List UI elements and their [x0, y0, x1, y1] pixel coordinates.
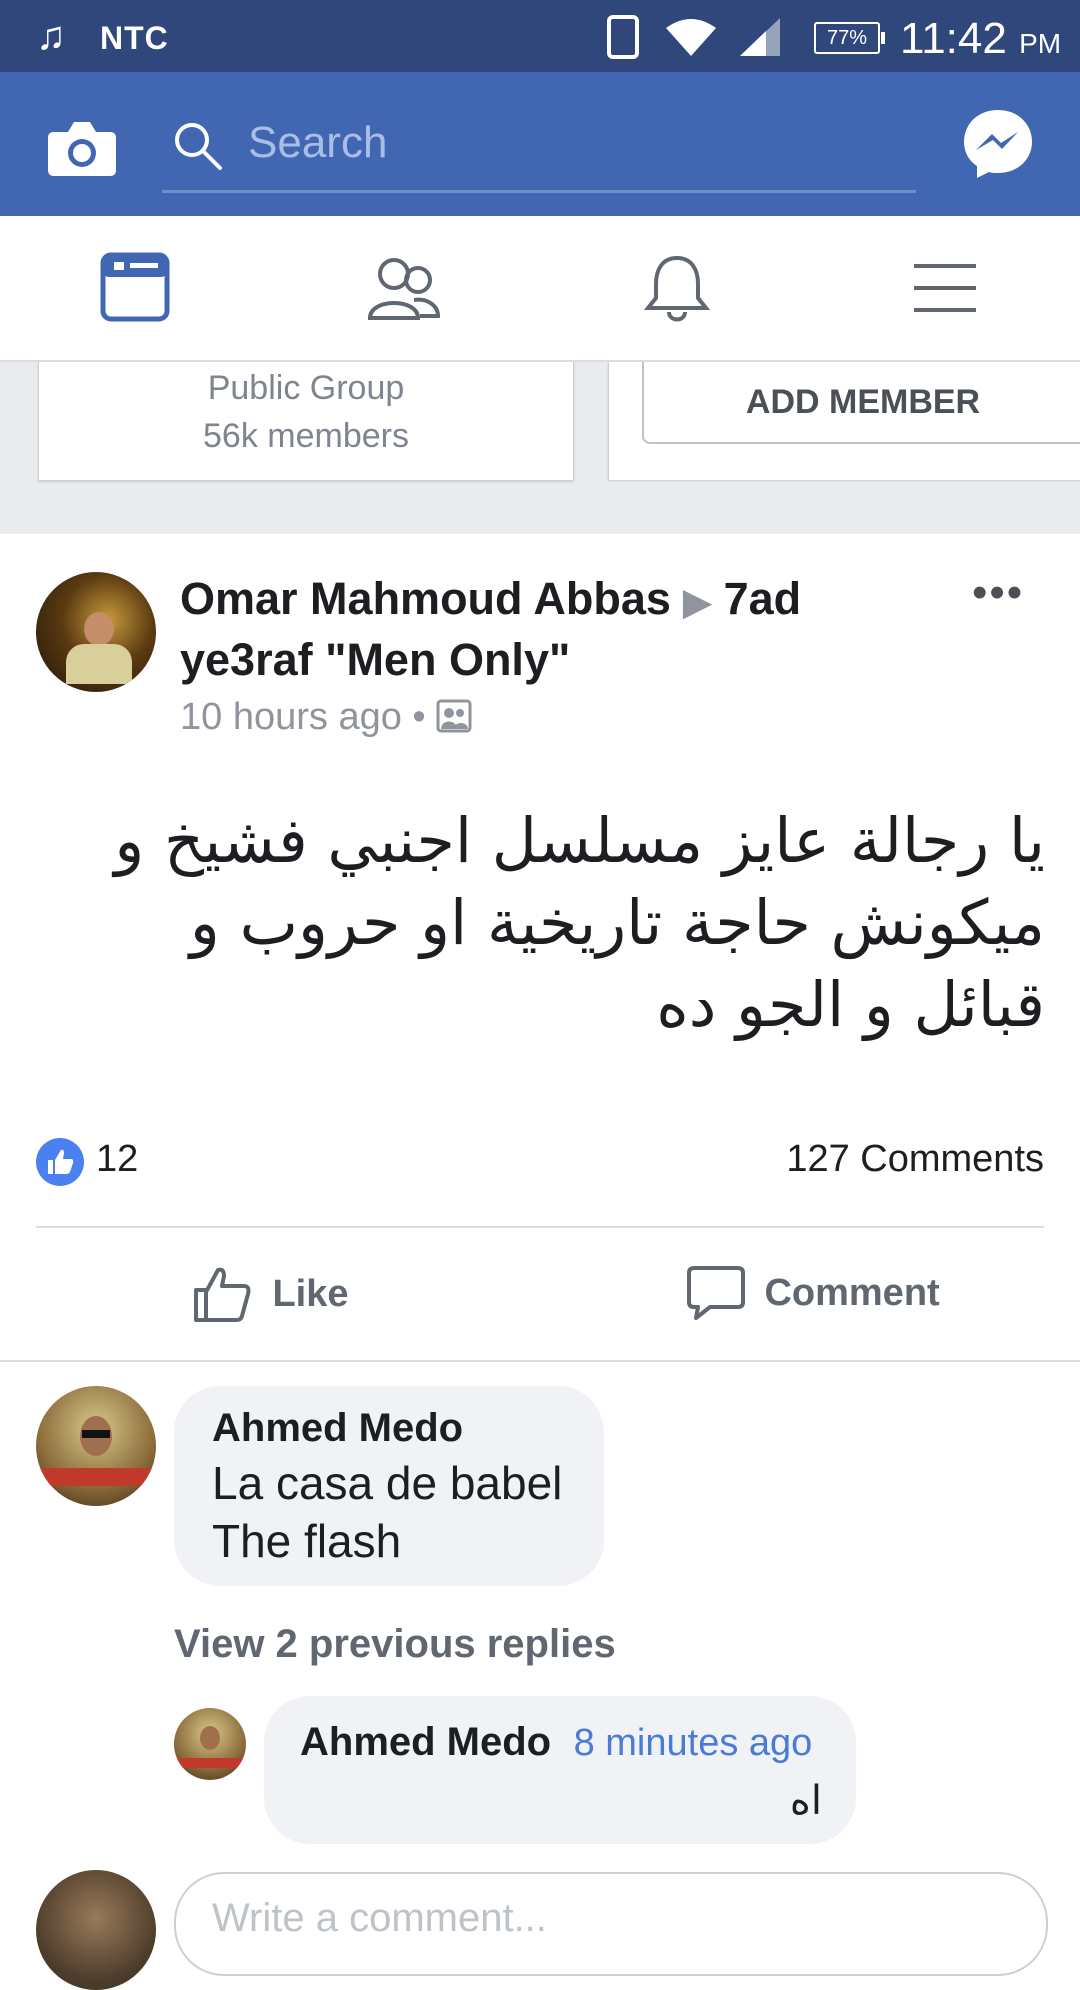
group-members: 56k members — [203, 417, 409, 455]
comment-bubble[interactable]: Ahmed Medo La casa de babel The flash — [174, 1386, 604, 1586]
view-previous-replies-link[interactable]: View 2 previous replies — [174, 1622, 616, 1667]
current-user-avatar — [36, 1870, 156, 1990]
group-type: Public Group — [207, 369, 405, 407]
friends-icon[interactable] — [366, 256, 442, 322]
comment-line: The flash — [212, 1515, 402, 1567]
post-actions: Like Comment — [0, 1228, 1080, 1360]
camera-icon[interactable] — [46, 118, 118, 178]
carrier-label: NTC — [100, 20, 169, 56]
comment-icon — [687, 1266, 745, 1320]
commenter-avatar[interactable] — [36, 1386, 156, 1506]
post-time[interactable]: 10 hours ago — [180, 696, 402, 738]
search-input[interactable]: Search — [162, 104, 916, 193]
write-comment-input[interactable]: Write a comment... — [174, 1872, 1048, 1976]
phone-icon — [607, 15, 639, 59]
group-privacy-icon — [436, 699, 472, 733]
post-options-icon[interactable]: ••• — [972, 568, 1024, 618]
reply-time[interactable]: 8 minutes ago — [574, 1722, 813, 1764]
like-reaction-icon — [36, 1138, 84, 1186]
reply-text: اه — [789, 1778, 822, 1824]
signal-icon — [740, 18, 780, 56]
battery-indicator: 77% — [814, 22, 885, 54]
notifications-icon[interactable] — [642, 250, 712, 326]
tab-bar — [0, 216, 1080, 362]
add-member-button[interactable]: ADD MEMBER — [642, 362, 1080, 444]
music-notification-icon: ♫ — [36, 14, 66, 58]
messenger-icon[interactable] — [960, 106, 1036, 182]
comment-label: Comment — [764, 1271, 940, 1314]
status-bar: ♫ NTC 77% 11:42 PM — [0, 0, 1080, 72]
clock: 11:42 PM — [900, 14, 1062, 63]
wifi-icon — [666, 19, 716, 56]
comment-button[interactable]: Comment — [686, 1264, 940, 1328]
divider — [0, 1360, 1080, 1362]
search-placeholder: Search — [248, 118, 388, 167]
arrow-right-icon: ▶ — [683, 581, 712, 622]
reply-header: Ahmed Medo 8 minutes ago — [300, 1720, 812, 1765]
search-icon — [175, 123, 222, 170]
thumbs-up-icon — [194, 1267, 251, 1322]
like-button[interactable]: Like — [192, 1264, 349, 1328]
commenter-name[interactable]: Ahmed Medo — [212, 1406, 463, 1451]
author-name[interactable]: Omar Mahmoud Abbas — [180, 573, 671, 624]
comment-line: La casa de babel — [212, 1457, 563, 1509]
menu-icon[interactable] — [912, 260, 978, 316]
like-label: Like — [272, 1272, 349, 1315]
group-info-card[interactable]: Public Group 56k members — [38, 362, 574, 481]
reply-avatar[interactable] — [174, 1708, 246, 1780]
meta-separator: • — [412, 696, 426, 738]
reply-author[interactable]: Ahmed Medo — [300, 1720, 551, 1764]
composer-placeholder: Write a comment... — [212, 1896, 547, 1940]
post-text: يا رجالة عايز مسلسل اجنبي فشيخ و ميكونش … — [114, 804, 1045, 1041]
news-feed-icon[interactable] — [100, 252, 170, 322]
like-count[interactable]: 12 — [96, 1138, 138, 1181]
post-meta: 10 hours ago • — [180, 696, 472, 739]
post-header: Omar Mahmoud Abbas ▶ 7ad ye3raf "Men Onl… — [180, 570, 880, 689]
author-avatar[interactable] — [36, 572, 156, 692]
comments-count[interactable]: 127 Comments — [786, 1138, 1044, 1181]
reply-bubble[interactable]: Ahmed Medo 8 minutes ago اه — [264, 1696, 856, 1844]
